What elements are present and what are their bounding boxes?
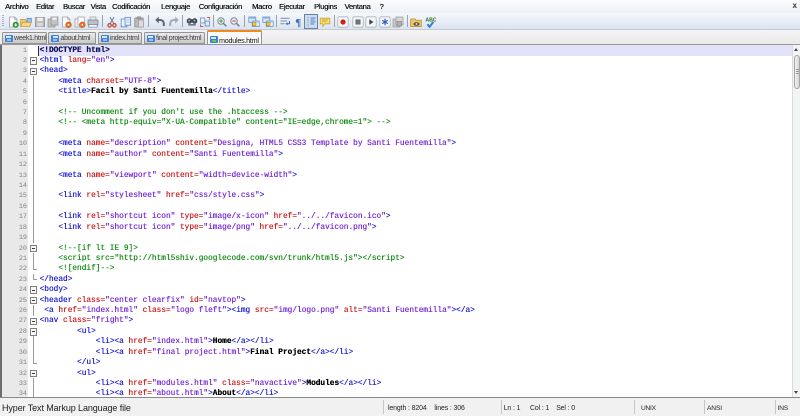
svg-text:¶: ¶	[295, 17, 301, 28]
svg-text:ABC: ABC	[425, 17, 436, 23]
